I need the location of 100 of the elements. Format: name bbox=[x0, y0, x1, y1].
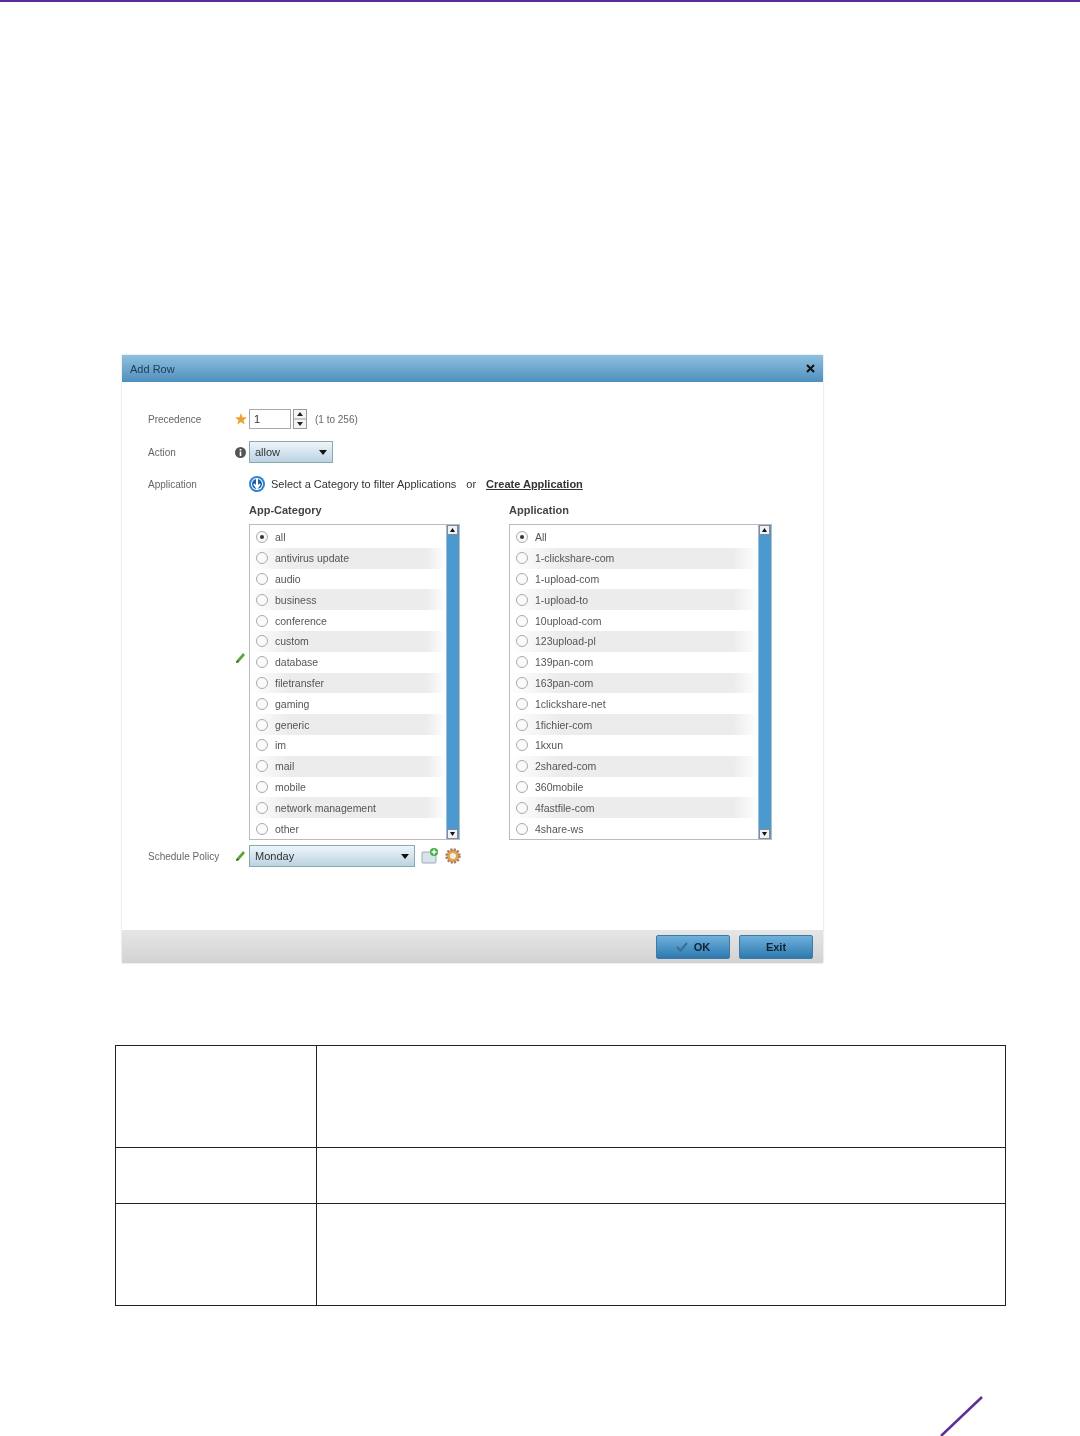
option-label: 2shared-com bbox=[535, 760, 597, 773]
list-option[interactable]: All bbox=[510, 527, 758, 548]
scroll-down-icon[interactable] bbox=[759, 829, 770, 839]
radio-button[interactable] bbox=[516, 531, 528, 544]
radio-button[interactable] bbox=[516, 614, 528, 627]
or-text: or bbox=[466, 478, 477, 490]
radio-button[interactable] bbox=[516, 780, 528, 793]
radio-button[interactable] bbox=[516, 822, 528, 835]
ok-button[interactable]: OK bbox=[656, 934, 730, 959]
option-label: 123upload-pl bbox=[535, 635, 596, 648]
option-label: all bbox=[275, 531, 286, 544]
slash-mark bbox=[940, 1396, 984, 1436]
radio-button[interactable] bbox=[516, 801, 528, 814]
radio-button[interactable] bbox=[516, 760, 528, 773]
list-option[interactable]: 1clickshare-net bbox=[510, 693, 758, 715]
list-option[interactable]: gaming bbox=[250, 693, 446, 715]
radio-button[interactable] bbox=[516, 697, 528, 710]
radio-button[interactable] bbox=[256, 656, 268, 669]
option-label: All bbox=[535, 531, 547, 544]
pencil-icon bbox=[235, 652, 246, 664]
option-label: 360mobile bbox=[535, 780, 584, 793]
radio-button[interactable] bbox=[516, 739, 528, 752]
range-hint: (1 to 256) bbox=[315, 413, 358, 425]
radio-button[interactable] bbox=[516, 635, 528, 648]
option-label: 1-clickshare-com bbox=[535, 552, 615, 565]
list-option[interactable]: 1-upload-com bbox=[510, 568, 758, 590]
radio-button[interactable] bbox=[256, 822, 268, 835]
list-option[interactable]: conference bbox=[250, 610, 446, 631]
field-label: Application bbox=[148, 478, 197, 490]
number-field[interactable]: 1 bbox=[249, 409, 291, 429]
action-dropdown[interactable]: allow bbox=[249, 441, 333, 463]
list-option[interactable]: 139pan-com bbox=[510, 651, 758, 673]
list-heading: Application bbox=[509, 504, 569, 516]
window-title: Add Row bbox=[130, 362, 175, 375]
radio-button[interactable] bbox=[516, 552, 528, 565]
option-label: audio bbox=[275, 573, 301, 585]
option-label: business bbox=[275, 593, 317, 606]
option-label: 139pan-com bbox=[535, 656, 594, 669]
option-label: 10upload-com bbox=[535, 614, 602, 627]
add-policy-icon[interactable] bbox=[421, 848, 439, 864]
info-icon bbox=[235, 446, 246, 458]
scroll-up-icon[interactable] bbox=[759, 525, 770, 535]
list-option[interactable]: mobile bbox=[250, 776, 446, 798]
option-label: custom bbox=[275, 635, 309, 648]
list-option[interactable]: 4share-ws bbox=[510, 818, 758, 839]
radio-button[interactable] bbox=[516, 656, 528, 669]
settings-icon[interactable] bbox=[445, 848, 461, 864]
radio-button[interactable] bbox=[256, 573, 268, 585]
option-label: network management bbox=[275, 801, 376, 814]
radio-button[interactable] bbox=[256, 697, 268, 710]
radio-button[interactable] bbox=[256, 614, 268, 627]
option-label: mobile bbox=[275, 780, 306, 793]
option-label: 163pan-com bbox=[535, 676, 594, 689]
radio-button[interactable] bbox=[256, 760, 268, 773]
option-label: 1-upload-to bbox=[535, 593, 589, 606]
list-heading: App-Category bbox=[249, 504, 323, 516]
option-label: conference bbox=[275, 614, 327, 627]
instruction-text: Select a Category to filter Applications bbox=[271, 478, 457, 490]
option-label: 1-upload-com bbox=[535, 573, 600, 585]
radio-button[interactable] bbox=[516, 718, 528, 731]
checkmark-icon bbox=[675, 941, 688, 952]
exit-button[interactable]: Exit bbox=[739, 934, 813, 959]
radio-button[interactable] bbox=[256, 593, 268, 606]
option-label: 4fastfile-com bbox=[535, 801, 595, 814]
radio-button[interactable] bbox=[256, 801, 268, 814]
option-label: 4share-ws bbox=[535, 822, 584, 835]
radio-button[interactable] bbox=[516, 593, 528, 606]
option-label: filetransfer bbox=[275, 676, 325, 689]
scrollbar[interactable] bbox=[758, 525, 771, 839]
list-option[interactable]: 360mobile bbox=[510, 776, 758, 798]
close-icon[interactable] bbox=[806, 364, 815, 373]
option-label: database bbox=[275, 656, 319, 669]
create-application-link[interactable]: Create Application bbox=[486, 478, 583, 490]
radio-button[interactable] bbox=[256, 739, 268, 752]
radio-button[interactable] bbox=[256, 635, 268, 648]
scroll-up-icon[interactable] bbox=[447, 525, 458, 535]
list-option[interactable]: 10upload-com bbox=[510, 610, 758, 631]
radio-button[interactable] bbox=[256, 531, 268, 544]
spinner-arrows-icon[interactable] bbox=[293, 409, 307, 429]
list-option[interactable]: audio bbox=[250, 568, 446, 590]
radio-button[interactable] bbox=[256, 676, 268, 689]
scroll-down-icon[interactable] bbox=[447, 829, 458, 839]
list-option[interactable]: 1kxun bbox=[510, 734, 758, 756]
radio-button[interactable] bbox=[256, 718, 268, 731]
dropdown-arrow-icon bbox=[319, 449, 327, 455]
list-option[interactable]: other bbox=[250, 818, 446, 839]
option-label: antivirus update bbox=[275, 552, 350, 565]
scrollbar[interactable] bbox=[446, 525, 459, 839]
option-label: mail bbox=[275, 760, 295, 773]
down-arrow-icon bbox=[249, 476, 265, 492]
list-option[interactable]: all bbox=[250, 527, 446, 548]
radio-button[interactable] bbox=[256, 780, 268, 793]
radio-button[interactable] bbox=[516, 573, 528, 585]
list-option[interactable]: im bbox=[250, 734, 446, 756]
radio-button[interactable] bbox=[516, 676, 528, 689]
schedule-dropdown[interactable]: Monday bbox=[249, 845, 415, 867]
field-label: Schedule Policy bbox=[148, 850, 220, 862]
radio-button[interactable] bbox=[256, 552, 268, 565]
list-option[interactable]: database bbox=[250, 651, 446, 673]
field-label: Precedence bbox=[148, 413, 202, 425]
